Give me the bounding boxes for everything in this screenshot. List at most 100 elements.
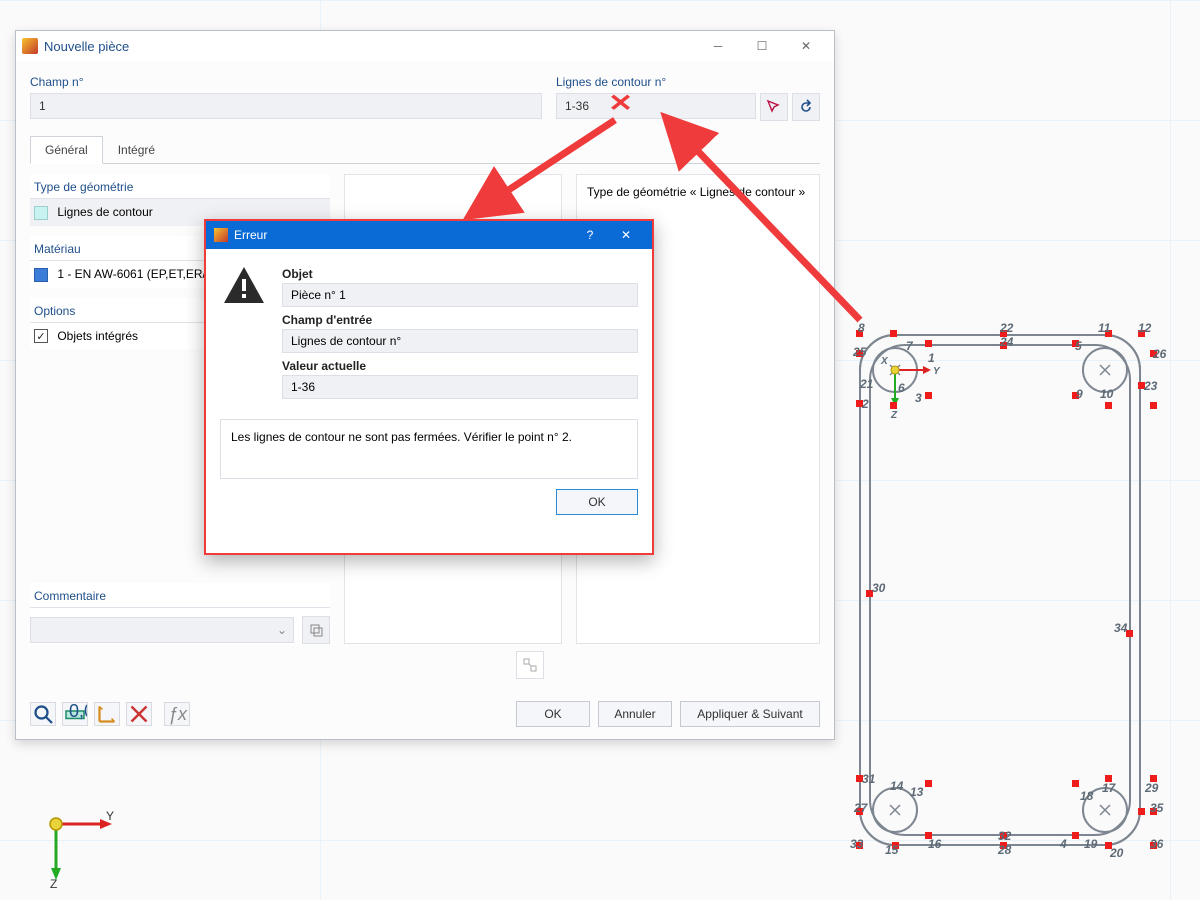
cancel-button[interactable]: Annuler	[598, 701, 672, 727]
svg-text:35: 35	[1150, 801, 1164, 815]
svg-text:32: 32	[998, 829, 1012, 843]
tool-function-button[interactable]: ƒx	[164, 702, 190, 726]
contour-label: Lignes de contour n°	[556, 75, 820, 89]
dialog-title: Nouvelle pièce	[44, 39, 696, 54]
annotation-x-icon: ✕	[608, 90, 633, 118]
tab-general[interactable]: Général	[30, 136, 103, 164]
geom-type-value[interactable]: Lignes de contour	[57, 205, 152, 219]
copy-icon	[308, 622, 324, 638]
error-object-label: Objet	[282, 267, 638, 281]
error-ok-button[interactable]: OK	[556, 489, 638, 515]
svg-text:2: 2	[861, 397, 869, 411]
warning-icon	[220, 263, 268, 311]
error-dialog: Erreur ? ✕ Objet Pièce n° 1 Champ d'entr…	[204, 219, 654, 555]
field-no-label: Champ n°	[30, 75, 542, 89]
svg-text:10: 10	[1100, 387, 1114, 401]
svg-text:14: 14	[890, 779, 904, 793]
tool-inspect-button[interactable]	[30, 702, 56, 726]
svg-text:6: 6	[898, 381, 905, 395]
geometry-view: Y Z X	[850, 320, 1170, 880]
error-title: Erreur	[234, 228, 572, 242]
field-no-input[interactable]: 1	[30, 93, 542, 119]
pick-lines-button[interactable]	[760, 93, 788, 121]
tab-integre[interactable]: Intégré	[103, 136, 170, 164]
svg-text:15: 15	[885, 843, 899, 857]
svg-text:34: 34	[1114, 621, 1128, 635]
error-app-icon	[214, 228, 228, 242]
svg-text:25: 25	[852, 345, 867, 359]
apply-next-button[interactable]: Appliquer & Suivant	[680, 701, 820, 727]
ok-button[interactable]: OK	[516, 701, 590, 727]
svg-text:12: 12	[1138, 321, 1152, 335]
svg-text:19: 19	[1084, 837, 1098, 851]
error-help-button[interactable]: ?	[572, 228, 608, 242]
svg-text:Y: Y	[933, 366, 941, 377]
error-titlebar: Erreur ? ✕	[206, 221, 652, 249]
svg-text:18: 18	[1080, 789, 1094, 803]
error-close-button[interactable]: ✕	[608, 228, 644, 242]
global-axes-gizmo: Y Z	[42, 810, 122, 893]
svg-text:ƒx: ƒx	[168, 704, 188, 724]
delete-icon	[127, 702, 151, 726]
svg-text:22: 22	[999, 321, 1014, 335]
magnifier-icon	[31, 702, 55, 726]
svg-text:30: 30	[872, 581, 886, 595]
svg-text:4: 4	[1059, 837, 1067, 851]
comment-copy-button[interactable]	[302, 616, 330, 644]
svg-text:3: 3	[915, 391, 922, 405]
fx-icon: ƒx	[165, 702, 189, 726]
error-message: Les lignes de contour ne sont pas fermée…	[220, 419, 638, 479]
geom-type-header: Type de géométrie	[30, 174, 330, 199]
svg-text:17: 17	[1102, 781, 1117, 795]
error-value-label: Valeur actuelle	[282, 359, 638, 373]
svg-text:21: 21	[859, 377, 874, 391]
svg-text:13: 13	[910, 785, 924, 799]
svg-text:Y: Y	[106, 809, 114, 823]
material-swatch-icon	[34, 268, 48, 282]
close-button[interactable]: ✕	[784, 32, 828, 60]
svg-text:23: 23	[1143, 379, 1158, 393]
cursor-pick-icon	[766, 99, 782, 115]
tool-delete-button[interactable]	[126, 702, 152, 726]
svg-text:20: 20	[1109, 846, 1124, 860]
svg-text:8: 8	[858, 321, 865, 335]
objects-integres-label: Objets intégrés	[57, 329, 138, 343]
svg-text:0,00: 0,00	[69, 702, 87, 721]
comment-combo[interactable]: ⌄	[30, 617, 294, 643]
svg-text:24: 24	[999, 335, 1014, 349]
svg-text:16: 16	[928, 837, 942, 851]
contour-input[interactable]: 1-36	[556, 93, 756, 119]
axes-icon	[95, 702, 119, 726]
detach-icon	[522, 657, 538, 673]
svg-text:9: 9	[1076, 387, 1083, 401]
svg-text:26: 26	[1152, 347, 1167, 361]
svg-text:33: 33	[850, 837, 864, 851]
app-icon	[22, 38, 38, 54]
svg-text:28: 28	[997, 843, 1012, 857]
summary-text: Type de géométrie « Lignes de contour »	[587, 185, 809, 199]
svg-text:27: 27	[853, 801, 869, 815]
geom-swatch-icon	[34, 206, 48, 220]
revert-button[interactable]	[792, 93, 820, 121]
titlebar: Nouvelle pièce ─ ☐ ✕	[16, 31, 834, 61]
svg-text:X: X	[880, 356, 889, 367]
revert-icon	[798, 99, 814, 115]
tool-units-button[interactable]: 0,00	[62, 702, 88, 726]
svg-text:1: 1	[928, 351, 935, 365]
minimize-button[interactable]: ─	[696, 32, 740, 60]
error-field-value: Lignes de contour n°	[282, 329, 638, 353]
tool-axes-button[interactable]	[94, 702, 120, 726]
svg-text:5: 5	[1075, 339, 1082, 353]
detach-button[interactable]	[516, 651, 544, 679]
error-value-value: 1-36	[282, 375, 638, 399]
svg-text:Z: Z	[890, 410, 898, 421]
error-object-value: Pièce n° 1	[282, 283, 638, 307]
svg-text:31: 31	[862, 772, 876, 786]
material-value[interactable]: 1 - EN AW-6061 (EP,ET,ER/B)	[57, 267, 218, 281]
objects-integres-checkbox[interactable]	[34, 329, 48, 343]
ruler-icon: 0,00	[63, 702, 87, 726]
maximize-button[interactable]: ☐	[740, 32, 784, 60]
svg-text:Z: Z	[50, 877, 57, 891]
error-field-label: Champ d'entrée	[282, 313, 638, 327]
svg-text:11: 11	[1098, 321, 1111, 335]
